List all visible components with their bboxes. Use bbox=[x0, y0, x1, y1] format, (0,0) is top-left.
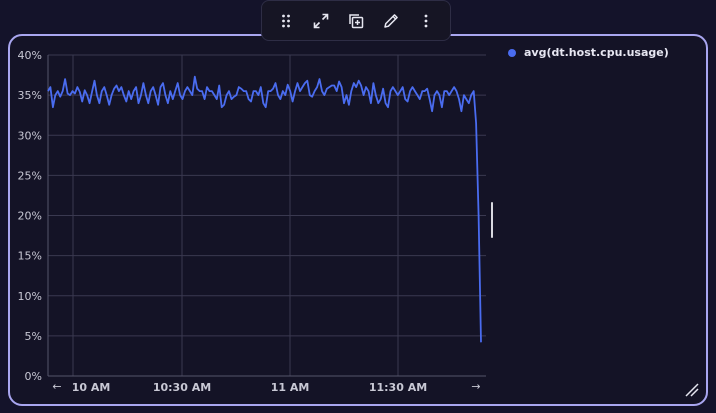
x-tick-label: 11 AM bbox=[271, 381, 310, 394]
duplicate-icon bbox=[349, 13, 364, 28]
tile-toolbar bbox=[261, 0, 451, 41]
y-tick-label: 15% bbox=[18, 250, 42, 263]
y-tick-label: 25% bbox=[18, 169, 42, 182]
edit-button[interactable] bbox=[377, 7, 405, 35]
y-tick-label: 10% bbox=[18, 290, 42, 303]
x-tick-label: 10 AM bbox=[72, 381, 111, 394]
legend-series-label: avg(dt.host.cpu.usage) bbox=[524, 46, 669, 59]
chart-legend[interactable]: avg(dt.host.cpu.usage) bbox=[508, 46, 669, 59]
y-tick-label: 0% bbox=[25, 370, 42, 383]
y-tick-label: 30% bbox=[18, 129, 42, 142]
more-icon bbox=[424, 14, 428, 27]
more-options-button[interactable] bbox=[412, 7, 440, 35]
drag-handle-button[interactable] bbox=[272, 7, 300, 35]
edit-icon bbox=[384, 13, 399, 28]
legend-series-dot bbox=[508, 48, 516, 57]
x-tick-label: 10:30 AM bbox=[153, 381, 211, 394]
drag-handle-icon bbox=[281, 14, 290, 27]
prev-arrow-icon[interactable]: ← bbox=[52, 380, 61, 393]
resize-handle-icon[interactable] bbox=[684, 382, 700, 398]
legend-scrollbar[interactable] bbox=[491, 202, 493, 238]
duplicate-button[interactable] bbox=[342, 7, 370, 35]
y-tick-label: 5% bbox=[25, 330, 42, 343]
expand-button[interactable] bbox=[307, 7, 335, 35]
series-line bbox=[47, 75, 482, 343]
y-tick-label: 40% bbox=[18, 49, 42, 62]
next-arrow-icon[interactable]: → bbox=[471, 380, 480, 393]
y-tick-label: 35% bbox=[18, 89, 42, 102]
expand-icon bbox=[313, 13, 329, 28]
line-chart[interactable]: 40% 35% 30% 25% 20% 15% 10% 5% 0% 10 AM 10:30 AM 11… bbox=[0, 0, 716, 413]
x-tick-label: 11:30 AM bbox=[369, 381, 427, 394]
y-tick-label: 20% bbox=[18, 210, 42, 223]
